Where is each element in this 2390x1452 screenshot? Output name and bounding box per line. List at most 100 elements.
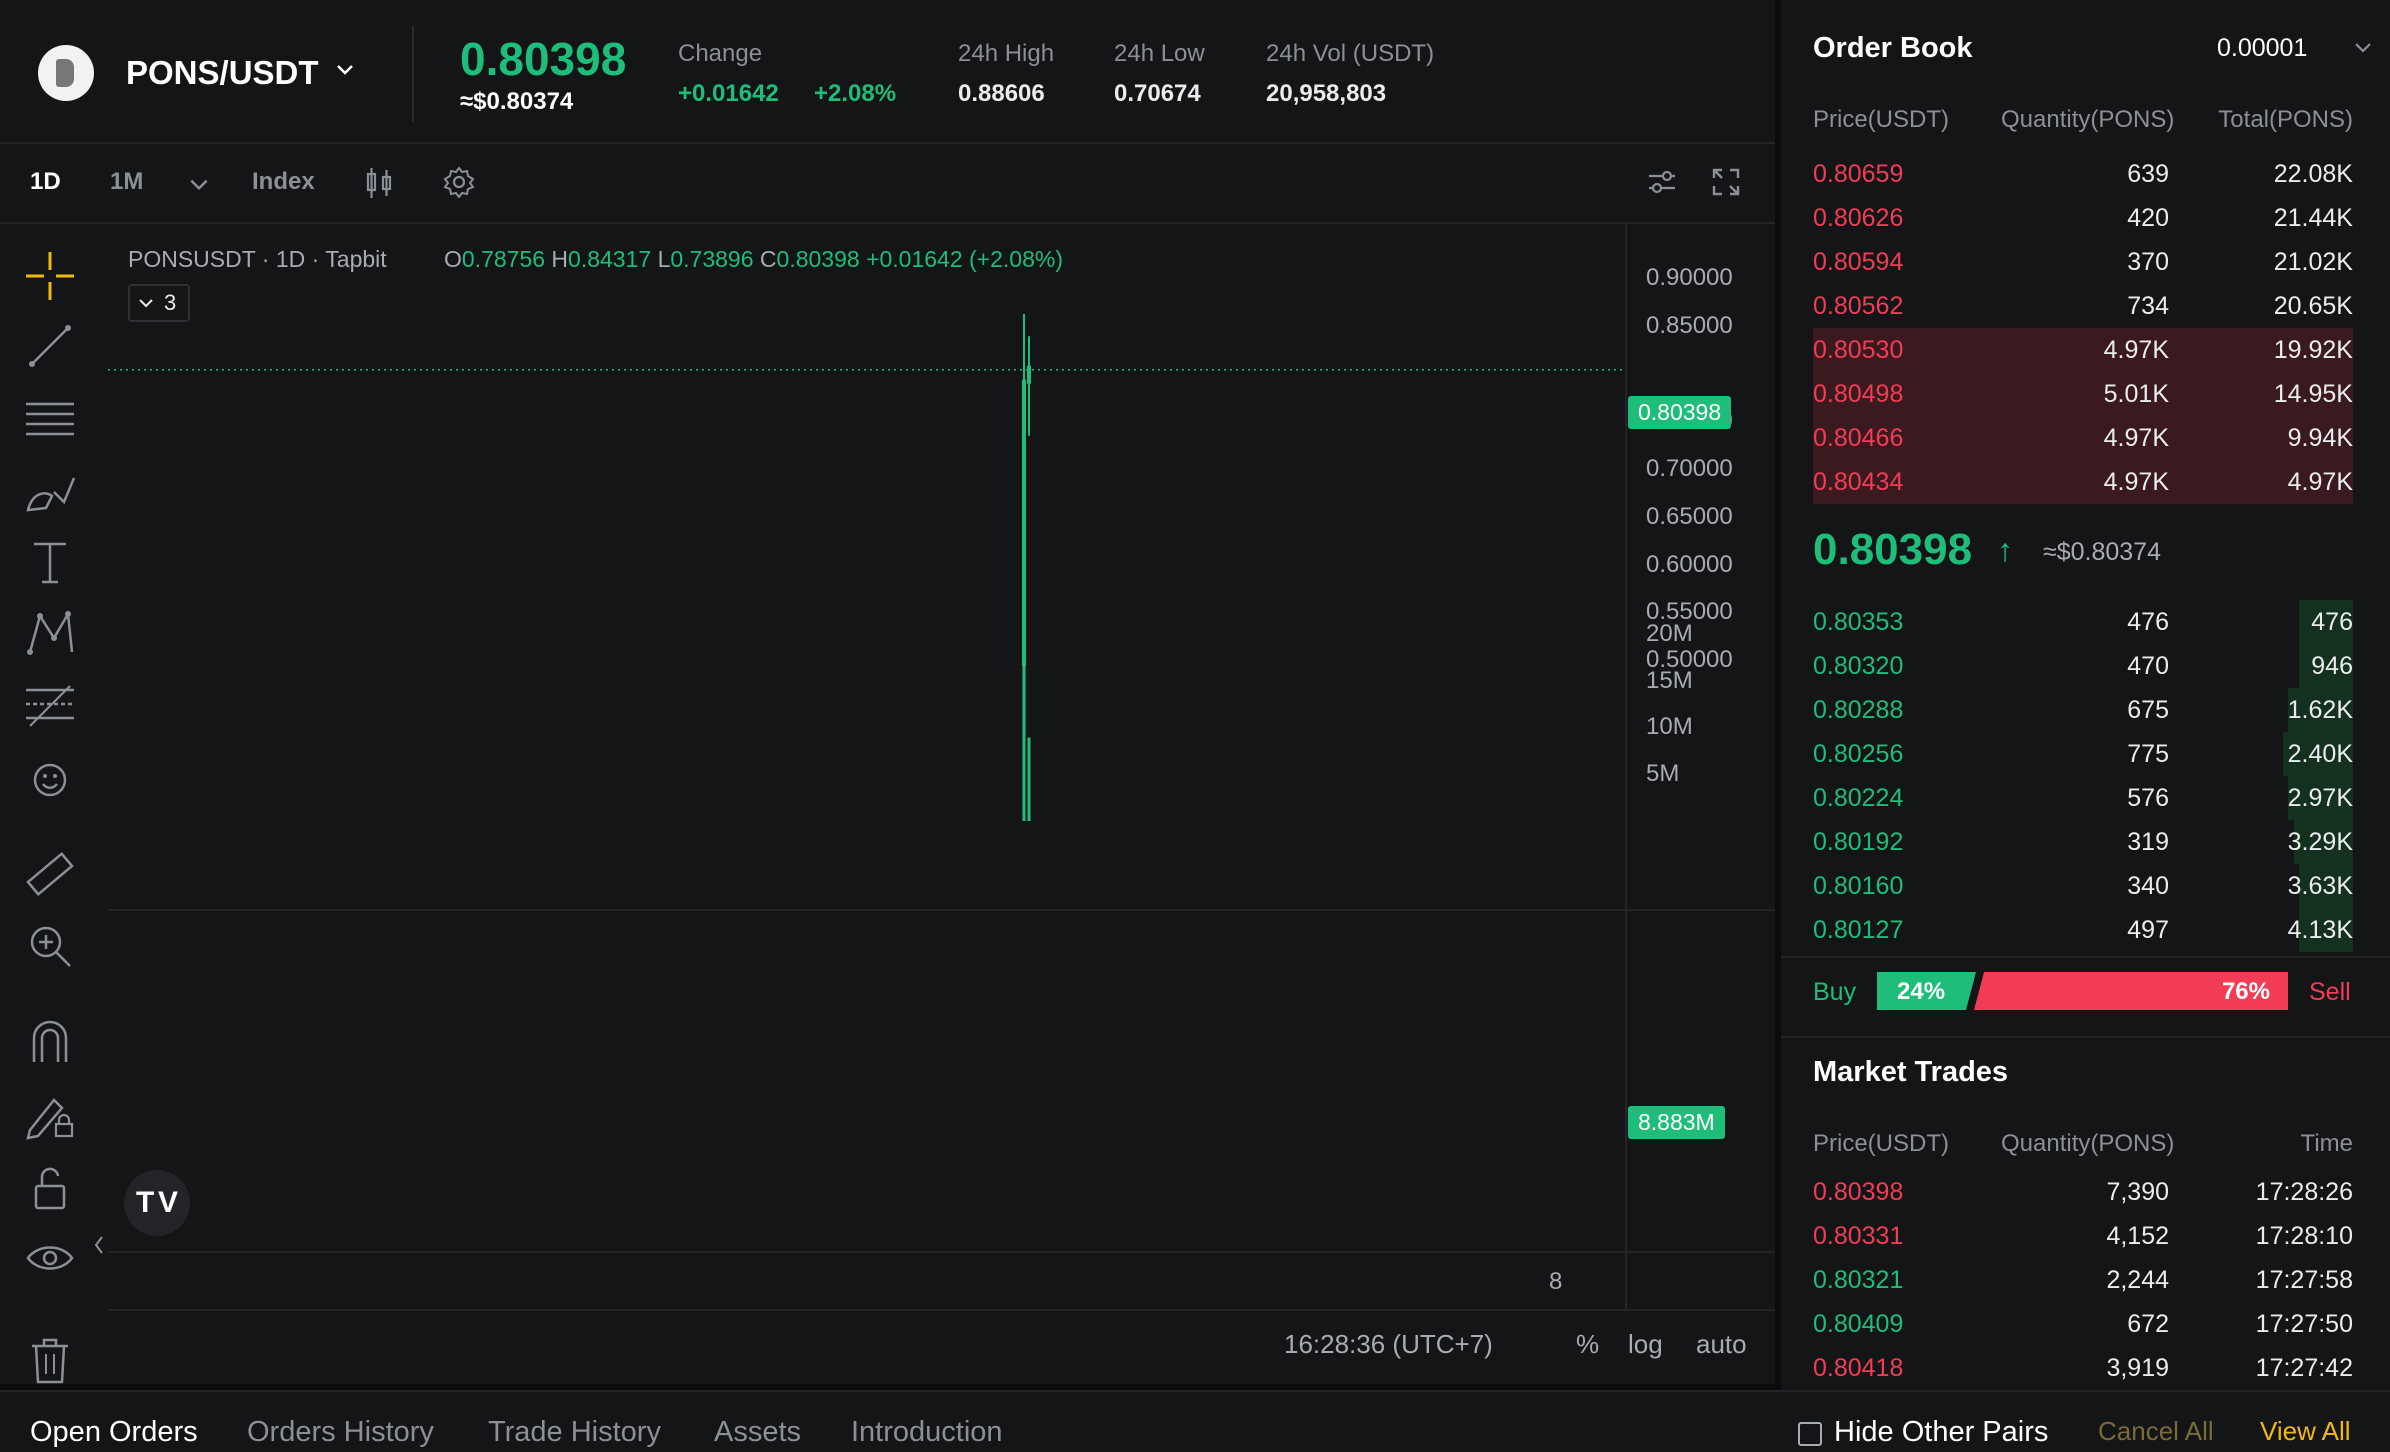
chevron-down-icon[interactable] [188, 174, 210, 196]
horizontal-lines-icon[interactable] [24, 392, 76, 444]
ob-total: 1.62K [2287, 696, 2353, 724]
pattern-tool-icon[interactable] [24, 608, 76, 660]
ob-total: 21.02K [2273, 248, 2353, 276]
x-tick-label: 8 [1549, 1268, 1563, 1295]
mt-col-quantity: Quantity(PONS) [2001, 1130, 2175, 1157]
precision-selector[interactable]: 0.00001 [2217, 34, 2307, 63]
ob-total: 4.97K [2287, 468, 2353, 496]
order-book-panel: Order Book 0.00001 Price(USDT) Quantity(… [1781, 0, 2390, 1036]
tab-open-orders[interactable]: Open Orders [30, 1416, 198, 1449]
view-all-link[interactable]: View All [2260, 1416, 2351, 1447]
orderbook-row-ask[interactable]: 0.80498 5.01K 14.95K [1813, 372, 2353, 416]
last-price-usd: ≈$0.80374 [460, 88, 574, 115]
ob-price: 0.80353 [1813, 608, 1904, 636]
brush-icon[interactable] [24, 464, 76, 516]
hide-other-pairs-checkbox[interactable] [1798, 1422, 1822, 1446]
trend-line-icon[interactable] [24, 320, 76, 372]
fullscreen-icon[interactable] [1710, 166, 1742, 198]
trade-time: 17:28:26 [2255, 1178, 2353, 1206]
ob-col-price: Price(USDT) [1813, 106, 1949, 133]
orderbook-row-ask[interactable]: 0.80466 4.97K 9.94K [1813, 416, 2353, 460]
chevron-down-icon[interactable] [335, 60, 355, 80]
log-scale-toggle[interactable]: log [1628, 1329, 1663, 1360]
ob-quantity: 4.97K [2103, 336, 2169, 364]
percent-scale-toggle[interactable]: % [1576, 1329, 1599, 1360]
orderbook-row-bid[interactable]: 0.80192 319 3.29K [1813, 820, 2353, 864]
interval-1m[interactable]: 1M [110, 168, 143, 196]
tab-trade-history[interactable]: Trade History [488, 1416, 661, 1449]
trash-icon[interactable] [24, 1334, 76, 1386]
ob-price: 0.80594 [1813, 248, 1904, 276]
ob-total: 3.29K [2287, 828, 2353, 856]
tab-introduction[interactable]: Introduction [851, 1416, 1003, 1449]
chevron-down-icon[interactable] [2353, 38, 2373, 58]
collapse-toolbar-icon[interactable] [92, 1234, 106, 1256]
ob-total: 3.63K [2287, 872, 2353, 900]
crosshair-icon[interactable] [24, 250, 76, 302]
ruler-icon[interactable] [24, 848, 76, 900]
orderbook-row-bid[interactable]: 0.80320 470 946 [1813, 644, 2353, 688]
eye-icon[interactable] [24, 1234, 76, 1286]
chart-plot[interactable]: PONSUSDT · 1D · Tapbit O0.78756 H0.84317… [108, 224, 1775, 1384]
price-tick: 0.65000 [1646, 502, 1733, 530]
chart-clock: 16:28:36 (UTC+7) [1284, 1329, 1493, 1359]
ob-price: 0.80256 [1813, 740, 1904, 768]
ob-total: 21.44K [2273, 204, 2353, 232]
orderbook-row-bid[interactable]: 0.80224 576 2.97K [1813, 776, 2353, 820]
trade-row: 0.80398 7,390 17:28:26 [1813, 1178, 2353, 1222]
orderbook-row-ask[interactable]: 0.80659 639 22.08K [1813, 152, 2353, 196]
fib-tool-icon[interactable] [24, 680, 76, 732]
candlestick-type-icon[interactable] [364, 166, 394, 200]
trade-time: 17:27:50 [2255, 1310, 2353, 1338]
emoji-icon[interactable] [24, 754, 76, 806]
ob-quantity: 775 [2127, 740, 2169, 768]
low-value: 0.70674 [1114, 80, 1201, 107]
ob-price: 0.80466 [1813, 424, 1904, 452]
magnet-icon[interactable] [24, 1016, 76, 1068]
ob-quantity: 497 [2127, 916, 2169, 944]
price-tick: 0.70000 [1646, 455, 1733, 482]
orderbook-row-ask[interactable]: 0.80594 370 21.02K [1813, 240, 2353, 284]
orderbook-row-ask[interactable]: 0.80530 4.97K 19.92K [1813, 328, 2353, 372]
ob-price: 0.80224 [1813, 784, 1904, 812]
mt-col-price: Price(USDT) [1813, 1130, 1949, 1157]
orderbook-row-ask[interactable]: 0.80626 420 21.44K [1813, 196, 2353, 240]
lock-drawing-icon[interactable] [24, 1090, 76, 1142]
orders-tabs: Open Orders Orders History Trade History… [0, 1390, 2390, 1452]
orderbook-row-bid[interactable]: 0.80353 476 476 [1813, 600, 2353, 644]
ob-total: 2.97K [2287, 784, 2353, 812]
ob-quantity: 5.01K [2103, 380, 2169, 408]
orderbook-row-bid[interactable]: 0.80256 775 2.40K [1813, 732, 2353, 776]
trade-quantity: 672 [2127, 1310, 2169, 1338]
orderbook-row-bid[interactable]: 0.80160 340 3.63K [1813, 864, 2353, 908]
interval-1d[interactable]: 1D [30, 168, 61, 196]
ob-quantity: 734 [2127, 292, 2169, 320]
orderbook-row-ask[interactable]: 0.80562 734 20.65K [1813, 284, 2353, 328]
tradingview-logo[interactable]: T V [124, 1170, 190, 1236]
index-toggle[interactable]: Index [252, 168, 315, 196]
status-divider [108, 1309, 1775, 1311]
text-tool-icon[interactable] [24, 536, 76, 588]
orderbook-row-bid[interactable]: 0.80288 675 1.62K [1813, 688, 2353, 732]
zoom-in-icon[interactable] [24, 920, 76, 972]
tab-assets[interactable]: Assets [714, 1416, 801, 1449]
chart-panel: PONSUSDT · 1D · Tapbit O0.78756 H0.84317… [0, 224, 1775, 1384]
settings-gear-icon[interactable] [443, 166, 475, 198]
divider [1781, 956, 2390, 958]
orderbook-row-bid[interactable]: 0.80127 497 4.13K [1813, 908, 2353, 952]
cancel-all-button[interactable]: Cancel All [2098, 1416, 2214, 1447]
auto-scale-toggle[interactable]: auto [1696, 1329, 1747, 1360]
tab-orders-history[interactable]: Orders History [247, 1416, 434, 1449]
chart-toolbar: 1D 1M Index [0, 144, 1775, 224]
last-price-tag: 0.80398 [1628, 396, 1732, 429]
ob-total: 4.13K [2287, 916, 2353, 944]
pair-selector[interactable]: PONS/USDT [126, 54, 319, 92]
orderbook-row-ask[interactable]: 0.80434 4.97K 4.97K [1813, 460, 2353, 504]
chart-settings-sliders-icon[interactable] [1646, 166, 1678, 198]
order-book-title: Order Book [1813, 32, 1973, 64]
trade-price: 0.80418 [1813, 1354, 1904, 1382]
ob-quantity: 370 [2127, 248, 2169, 276]
unlock-icon[interactable] [24, 1162, 76, 1214]
ob-total: 22.08K [2273, 160, 2353, 188]
hide-other-pairs-label[interactable]: Hide Other Pairs [1834, 1416, 2048, 1449]
